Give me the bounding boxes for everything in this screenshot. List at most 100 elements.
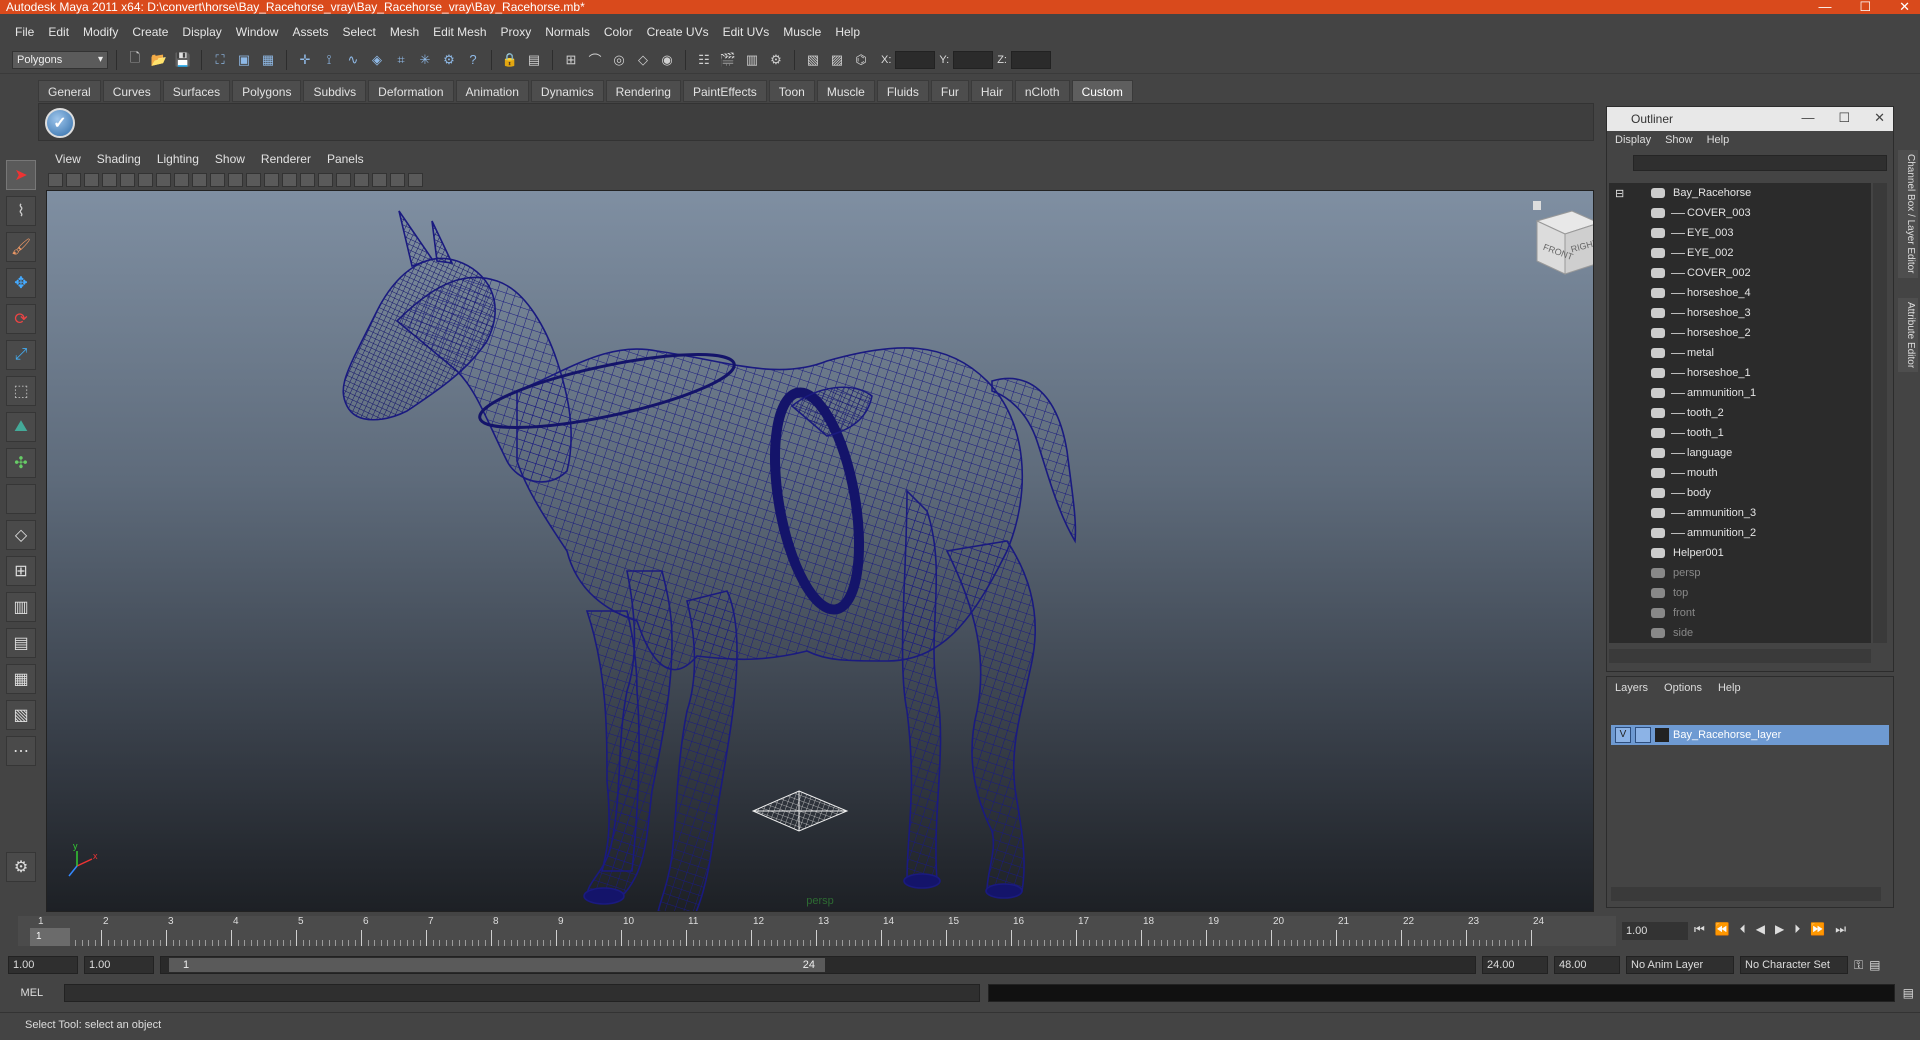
shelf-tab-rendering[interactable]: Rendering	[605, 80, 681, 102]
outliner-item[interactable]: horseshoe_3	[1609, 303, 1871, 323]
menu-select[interactable]: Select	[335, 25, 382, 39]
outliner-item[interactable]: tooth_2	[1609, 403, 1871, 423]
shelf-tab-general[interactable]: General	[38, 80, 101, 102]
menu-assets[interactable]: Assets	[285, 25, 335, 39]
mask-deformations-icon[interactable]: ⌗	[391, 50, 411, 70]
render-view-icon[interactable]: ▨	[827, 50, 847, 70]
camera-select-icon[interactable]	[48, 173, 63, 187]
select-component-icon[interactable]: ▦	[258, 50, 278, 70]
outliner-item[interactable]: ammunition_3	[1609, 503, 1871, 523]
universal-manipulator-icon[interactable]: ⬚	[6, 376, 36, 406]
more-layouts-icon[interactable]: ⋯	[6, 736, 36, 766]
default-light-icon[interactable]	[318, 173, 333, 187]
all-lights-icon[interactable]	[336, 173, 351, 187]
outliner-item[interactable]: top	[1609, 583, 1871, 603]
outliner-item[interactable]: horseshoe_2	[1609, 323, 1871, 343]
collapse-icon[interactable]: ⊟	[1615, 187, 1624, 200]
shelf-tab-animation[interactable]: Animation	[455, 80, 529, 102]
outliner-maximize-icon[interactable]: ☐	[1838, 110, 1850, 126]
step-back-key-icon[interactable]: ⏪	[1715, 922, 1730, 937]
mask-dynamics-icon[interactable]: ✳	[415, 50, 435, 70]
close-icon[interactable]: ✕	[1899, 0, 1910, 14]
gate-mask-icon[interactable]	[174, 173, 189, 187]
outliner-item[interactable]: language	[1609, 443, 1871, 463]
step-forward-key-icon[interactable]: ⏩	[1810, 922, 1825, 937]
step-back-frame-icon[interactable]: ⏴	[1740, 922, 1746, 937]
go-to-end-icon[interactable]: ⏭	[1835, 922, 1846, 937]
minimize-icon[interactable]: —	[1818, 0, 1831, 14]
outliner-item[interactable]: metal	[1609, 343, 1871, 363]
outliner-item[interactable]: horseshoe_1	[1609, 363, 1871, 383]
persp-outliner-layout-icon[interactable]: ▥	[6, 592, 36, 622]
outliner-item[interactable]: mouth	[1609, 463, 1871, 483]
step-forward-frame-icon[interactable]: ⏵	[1794, 922, 1800, 937]
menu-edit-mesh[interactable]: Edit Mesh	[426, 25, 493, 39]
range-slider-handle[interactable]: 1 24	[169, 958, 825, 972]
single-perspective-layout-icon[interactable]: ◇	[6, 520, 36, 550]
outliner-filter-field[interactable]	[1633, 155, 1887, 171]
menu-display[interactable]: Display	[175, 25, 228, 39]
outliner-item[interactable]: ⊟ Bay_Racehorse	[1609, 183, 1871, 203]
playback-start-field[interactable]: 1.00	[84, 956, 154, 974]
camera-attributes-icon[interactable]	[66, 173, 81, 187]
z-field[interactable]	[1010, 50, 1051, 69]
outliner-menu-help[interactable]: Help	[1707, 134, 1730, 146]
rotate-tool-icon[interactable]: ⟳	[6, 304, 36, 334]
history-icon[interactable]: ☷	[694, 50, 714, 70]
snap-curve-icon[interactable]: ⌒	[585, 50, 605, 70]
command-input[interactable]	[63, 984, 981, 1002]
start-time-field[interactable]: 1.00	[8, 956, 78, 974]
wireframe-icon[interactable]	[246, 173, 261, 187]
outliner-item[interactable]: tooth_1	[1609, 423, 1871, 443]
settings-icon[interactable]: ⚙	[6, 852, 36, 882]
outliner-menu-show[interactable]: Show	[1665, 134, 1693, 146]
end-time-field[interactable]: 48.00	[1554, 956, 1620, 974]
layer-horizontal-scrollbar[interactable]	[1611, 887, 1881, 901]
wireframe-on-shaded-icon[interactable]	[282, 173, 297, 187]
character-set-dropdown[interactable]: No Character Set	[1740, 956, 1848, 974]
perspective-viewport[interactable]: FRONT RIGHT x y persp	[46, 190, 1594, 912]
mask-handles-icon[interactable]: ✛	[295, 50, 315, 70]
image-plane-icon[interactable]	[102, 173, 117, 187]
safe-action-icon[interactable]	[210, 173, 225, 187]
outliner-item[interactable]: ammunition_2	[1609, 523, 1871, 543]
range-slider[interactable]: 1 24	[160, 956, 1476, 974]
select-object-icon[interactable]: ▣	[234, 50, 254, 70]
mask-curves-icon[interactable]: ∿	[343, 50, 363, 70]
side-tab-attribute-editor[interactable]: Attribute Editor	[1898, 297, 1918, 372]
layer-visibility-toggle[interactable]: V	[1615, 727, 1631, 743]
anim-layer-dropdown[interactable]: No Anim Layer	[1626, 956, 1734, 974]
shelf-tab-surfaces[interactable]: Surfaces	[162, 80, 231, 102]
layer-menu-help[interactable]: Help	[1718, 682, 1741, 694]
isolate-select-icon[interactable]	[390, 173, 405, 187]
select-tool-icon[interactable]: ➤	[6, 160, 36, 190]
show-manipulator-icon[interactable]: ✣	[6, 448, 36, 478]
outliner-vertical-scrollbar[interactable]	[1873, 183, 1887, 643]
preferences-icon[interactable]: ▤	[1869, 958, 1880, 972]
menu-muscle[interactable]: Muscle	[776, 25, 828, 39]
maximize-icon[interactable]: ☐	[1859, 0, 1871, 14]
shelf-tab-muscle[interactable]: Muscle	[816, 80, 875, 102]
vp-menu-shading[interactable]: Shading	[90, 152, 148, 168]
paint-select-tool-icon[interactable]: 🖌	[6, 232, 36, 262]
outliner-item[interactable]: horseshoe_4	[1609, 283, 1871, 303]
menu-create[interactable]: Create	[125, 25, 175, 39]
script-editor-icon[interactable]: ▤	[1903, 986, 1914, 1000]
menu-edit[interactable]: Edit	[41, 25, 76, 39]
film-gate-icon[interactable]	[138, 173, 153, 187]
menu-file[interactable]: File	[8, 25, 41, 39]
view-cube[interactable]: FRONT RIGHT	[1533, 201, 1594, 282]
shelf-tab-subdivs[interactable]: Subdivs	[303, 80, 367, 102]
layer-row[interactable]: V Bay_Racehorse_layer	[1611, 725, 1889, 745]
grid-toggle-icon[interactable]	[120, 173, 135, 187]
open-scene-icon[interactable]: 📂	[149, 50, 169, 70]
shelf-tab-hair[interactable]: Hair	[970, 80, 1013, 102]
outliner-close-icon[interactable]: ✕	[1874, 110, 1885, 126]
last-tool-icon[interactable]	[6, 484, 36, 514]
bookmark-icon[interactable]	[84, 173, 99, 187]
outliner-minimize-icon[interactable]: —	[1801, 110, 1814, 126]
render-settings-icon[interactable]: ⚙	[766, 50, 786, 70]
save-scene-icon[interactable]: 💾	[173, 50, 193, 70]
outliner-item[interactable]: front	[1609, 603, 1871, 623]
layer-playback-toggle[interactable]	[1635, 727, 1651, 743]
